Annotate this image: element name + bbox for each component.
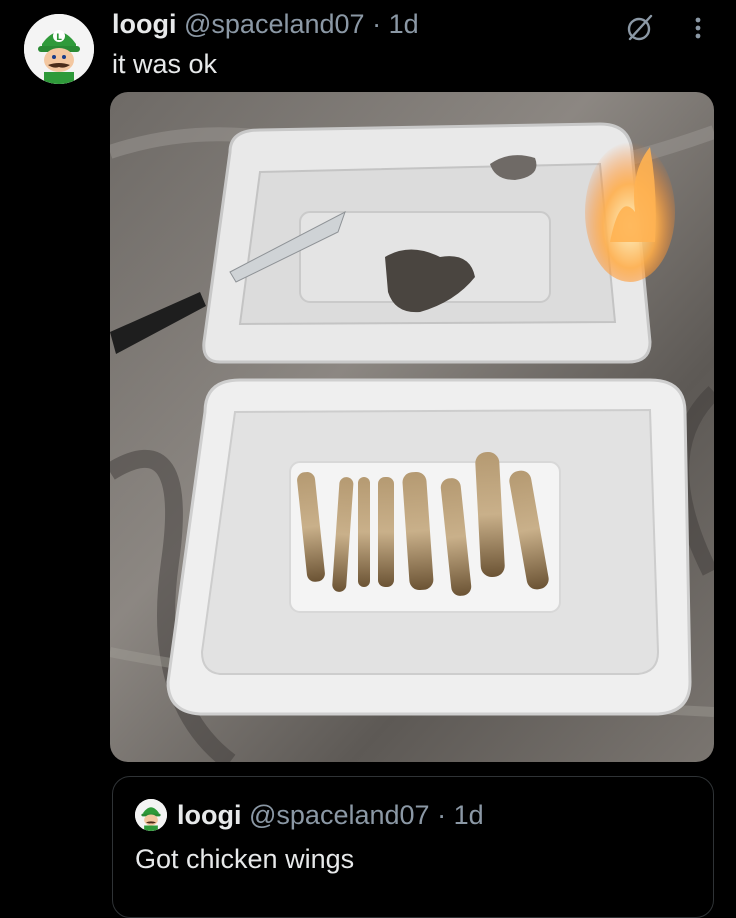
header-separator: ·: [372, 9, 382, 39]
author-handle[interactable]: @spaceland07: [184, 9, 365, 39]
quoted-post-time: 1d: [453, 800, 484, 830]
chicken-bones-container-image: [110, 92, 714, 762]
quoted-author-avatar: [135, 799, 167, 831]
luigi-avatar-icon: [135, 799, 167, 831]
quoted-author-handle: @spaceland07: [249, 800, 430, 830]
grok-icon[interactable]: [624, 12, 656, 44]
post-text: it was ok: [112, 49, 218, 79]
author-avatar[interactable]: L: [24, 14, 94, 84]
quoted-post-header: loogi @spaceland07 · 1d: [177, 797, 484, 833]
quoted-post-text: Got chicken wings: [135, 844, 355, 874]
quoted-post[interactable]: loogi @spaceland07 · 1d Got chicken wing…: [112, 776, 714, 918]
svg-text:L: L: [56, 33, 62, 43]
author-name[interactable]: loogi: [112, 9, 176, 39]
quoted-author-name: loogi: [177, 800, 242, 830]
quoted-header-separator: ·: [437, 800, 447, 830]
post-time[interactable]: 1d: [389, 9, 419, 39]
luigi-avatar-icon: L: [24, 14, 94, 84]
post-photo[interactable]: [110, 92, 714, 762]
more-options-icon[interactable]: [686, 12, 710, 42]
post-header: loogi @spaceland07 · 1d: [112, 6, 419, 42]
